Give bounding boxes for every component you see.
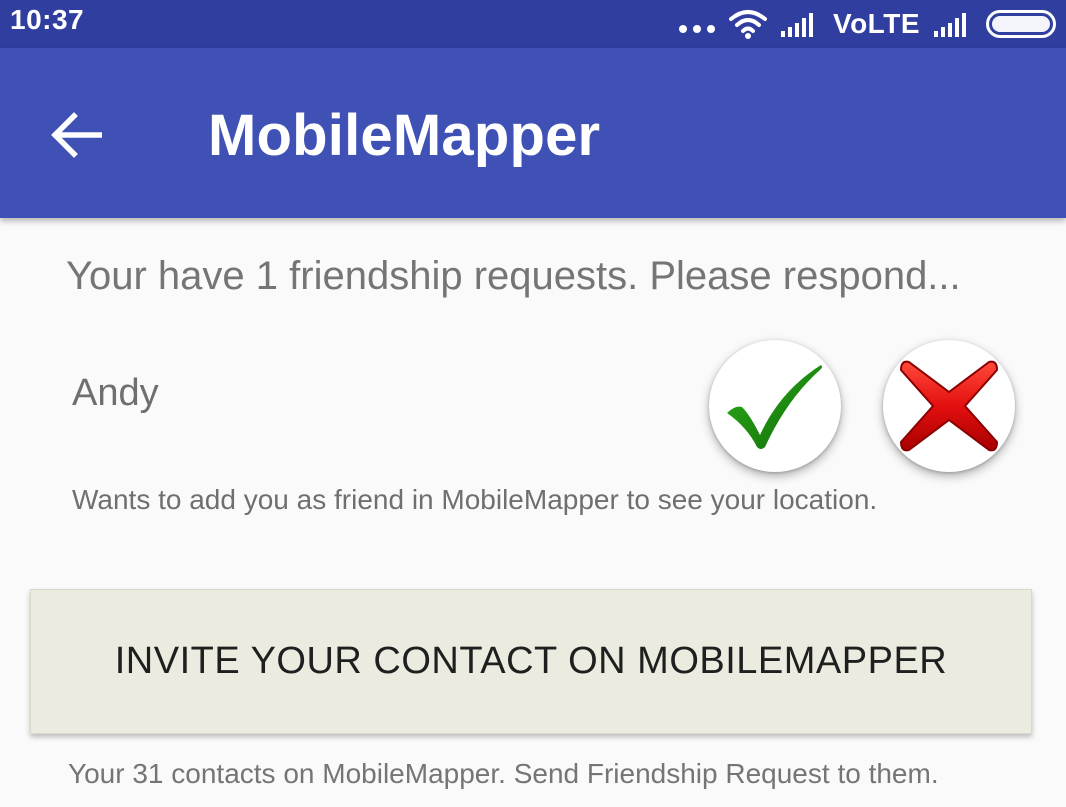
requests-header: Your have 1 friendship requests. Please … bbox=[66, 254, 961, 298]
more-dots-icon bbox=[678, 25, 715, 33]
back-button[interactable] bbox=[44, 103, 108, 167]
status-time: 10:37 bbox=[10, 4, 85, 35]
red-x-icon bbox=[900, 360, 998, 452]
reject-button[interactable] bbox=[883, 340, 1015, 472]
battery-icon bbox=[986, 10, 1056, 38]
app-bar: MobileMapper bbox=[0, 48, 1066, 218]
signal-icon bbox=[934, 13, 966, 37]
friend-request-description: Wants to add you as friend in MobileMapp… bbox=[72, 484, 878, 515]
invite-contacts-button[interactable]: INVITE YOUR CONTACT ON MOBILEMAPPER bbox=[30, 589, 1032, 734]
wifi-icon bbox=[728, 10, 767, 39]
friend-name: Andy bbox=[72, 372, 159, 414]
contacts-info: Your 31 contacts on MobileMapper. Send F… bbox=[68, 758, 939, 789]
accept-button[interactable] bbox=[709, 340, 841, 472]
status-icons: VoLTE bbox=[678, 0, 1056, 48]
arrow-left-icon bbox=[51, 112, 102, 158]
app-title: MobileMapper bbox=[208, 103, 601, 168]
green-checkmark-icon bbox=[727, 365, 822, 449]
network-label: VoLTE bbox=[832, 8, 920, 39]
status-bar: 10:37 VoLTE bbox=[0, 0, 1066, 48]
signal-icon bbox=[780, 13, 813, 37]
invite-button-label: INVITE YOUR CONTACT ON MOBILEMAPPER bbox=[114, 640, 948, 682]
